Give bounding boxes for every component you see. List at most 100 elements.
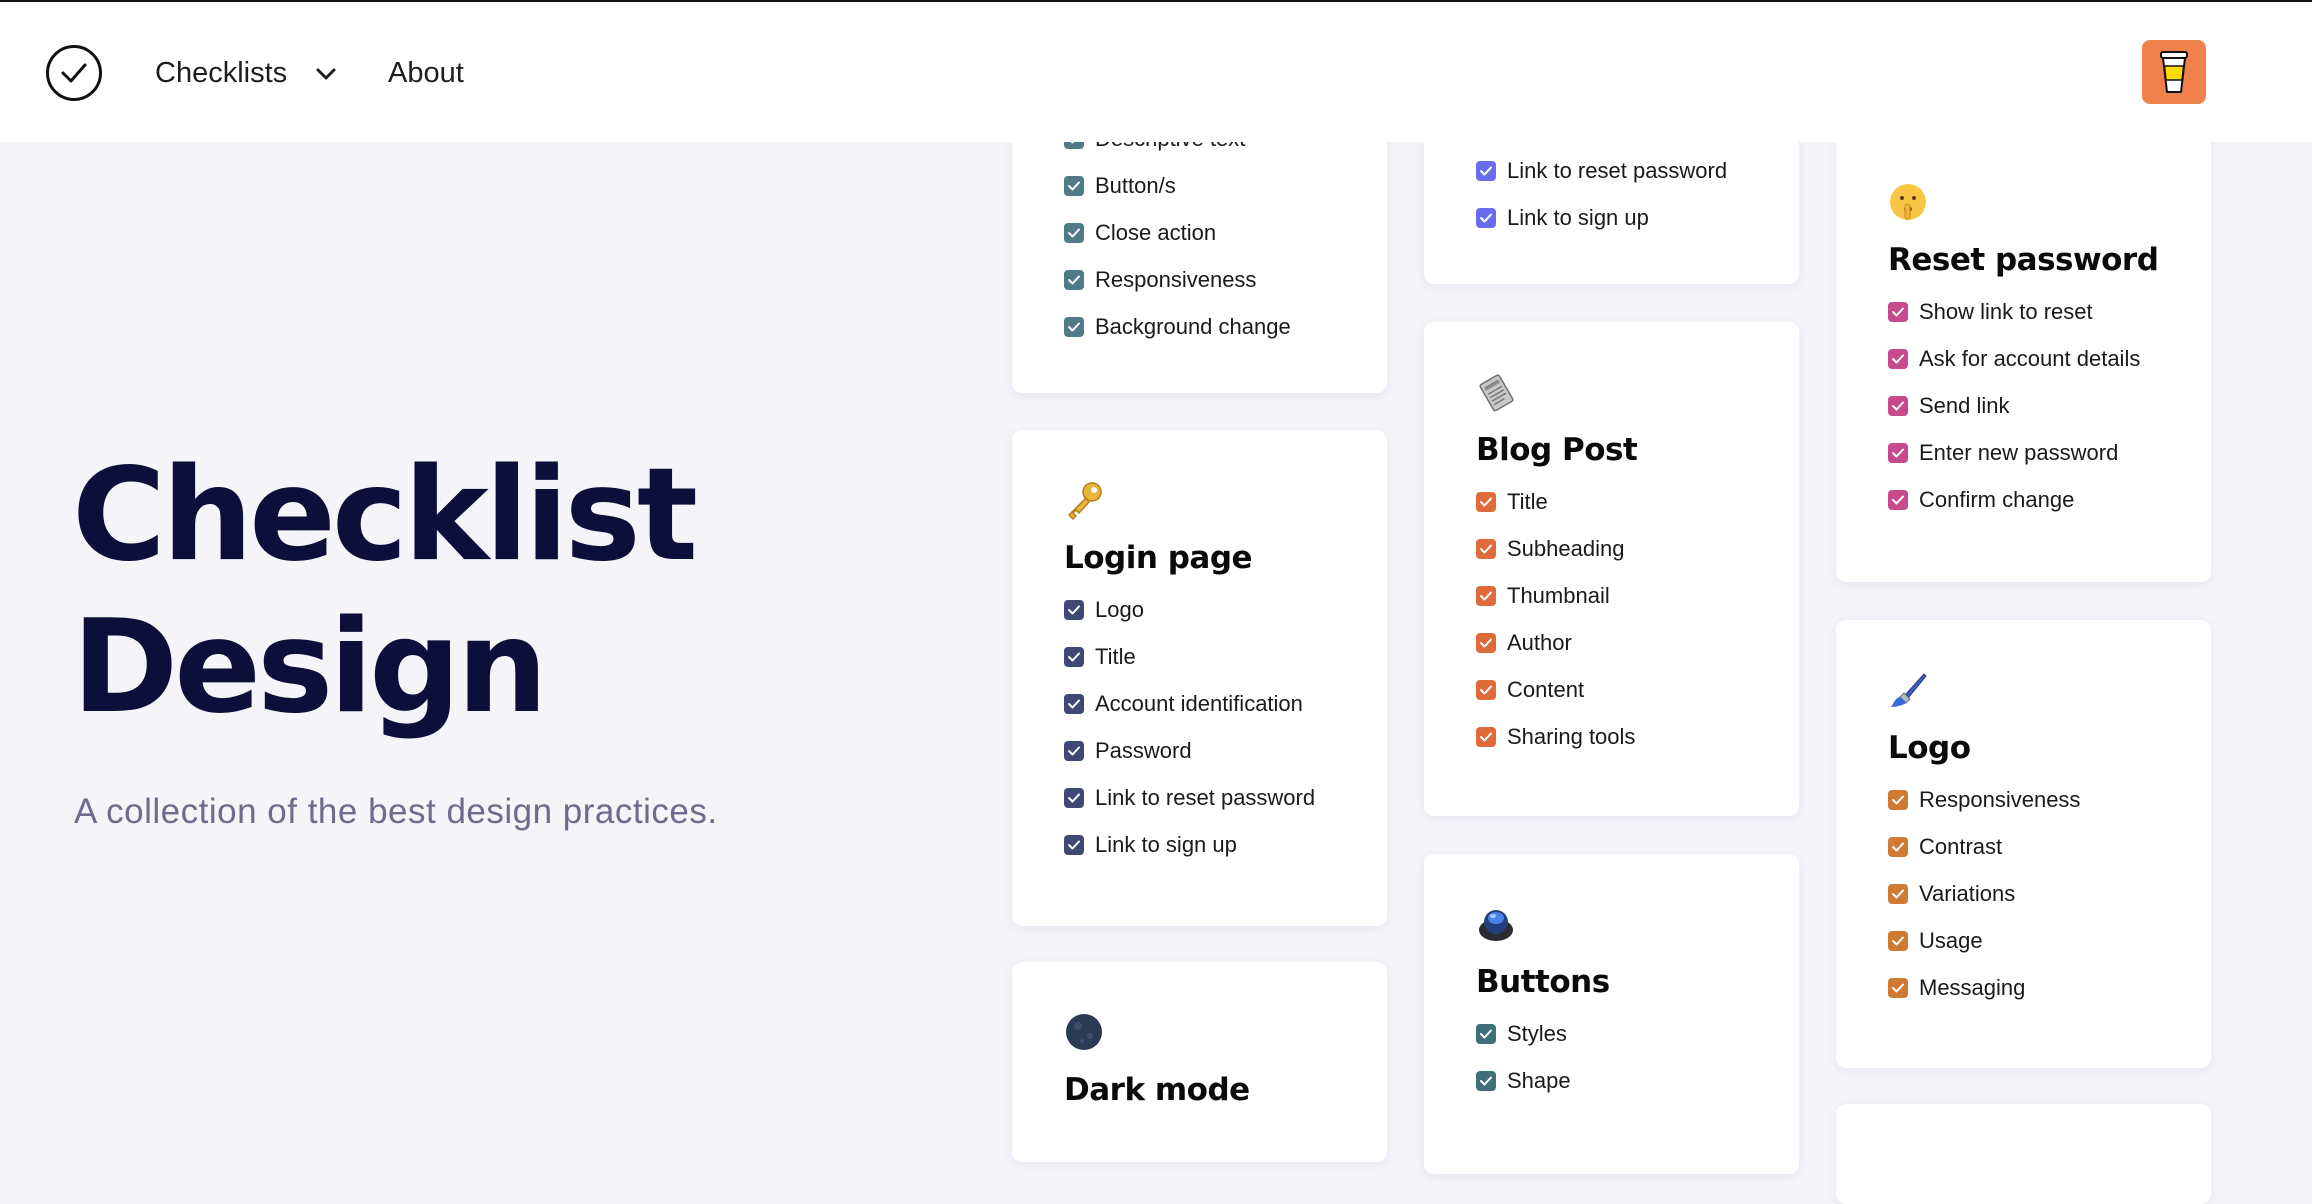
checkbox-checked-icon[interactable] bbox=[1888, 489, 1908, 510]
hero-title: Checklist Design bbox=[72, 440, 892, 744]
checklist-item[interactable]: Link to sign up bbox=[1064, 821, 1387, 868]
checkbox-checked-icon[interactable] bbox=[1888, 836, 1908, 857]
checklist-item-label: Title bbox=[1507, 488, 1548, 514]
checkbox-checked-icon[interactable] bbox=[1064, 222, 1084, 243]
checklist-item[interactable]: Messaging bbox=[1888, 964, 2211, 1011]
buy-me-a-coffee-button[interactable] bbox=[2142, 40, 2206, 104]
blog-post-checklist: Title Subheading Thumbnail Author Content Sha… bbox=[1476, 478, 1799, 760]
checkbox-checked-icon[interactable] bbox=[1476, 585, 1496, 606]
checkbox-checked-icon[interactable] bbox=[1476, 207, 1496, 228]
checkbox-checked-icon[interactable] bbox=[1064, 269, 1084, 290]
checklist-item[interactable]: Link to sign up bbox=[1476, 194, 1727, 241]
checklist-item-label: Shape bbox=[1507, 1067, 1571, 1093]
checkbox-checked-icon[interactable] bbox=[1064, 175, 1084, 196]
buttons-card[interactable]: Buttons Styles Shape bbox=[1424, 854, 1799, 1174]
login-page-card[interactable]: Login page Logo Title Account identificati… bbox=[1012, 430, 1387, 926]
site-logo-check-icon[interactable] bbox=[46, 45, 102, 101]
checklist-item[interactable]: Link to reset password bbox=[1064, 774, 1387, 821]
checklist-item[interactable]: Button/s bbox=[1064, 162, 1291, 209]
checkbox-checked-icon[interactable] bbox=[1064, 740, 1084, 761]
checklist-item[interactable]: Ask for account details bbox=[1888, 335, 2211, 382]
checklist-item[interactable]: Link to reset password bbox=[1476, 147, 1727, 194]
checklist-item[interactable]: Show link to reset bbox=[1888, 288, 2211, 335]
checklist-item-label: Contrast bbox=[1919, 833, 2003, 859]
checkbox-checked-icon[interactable] bbox=[1064, 646, 1084, 667]
new-moon-icon bbox=[1064, 1012, 1108, 1056]
checklist-item[interactable]: Variations bbox=[1888, 870, 2211, 917]
checklist-item[interactable]: Account identification bbox=[1064, 680, 1387, 727]
checkbox-checked-icon[interactable] bbox=[1888, 930, 1908, 951]
checklist-item[interactable]: Close action bbox=[1064, 209, 1291, 256]
logo-title: Logo bbox=[1888, 730, 1971, 766]
checklist-item[interactable]: Password bbox=[1064, 727, 1387, 774]
checklist-item[interactable]: Subheading bbox=[1476, 525, 1799, 572]
checklist-item[interactable]: Confirm change bbox=[1888, 476, 2211, 523]
reset-password-card[interactable]: Reset password Show link to reset Ask for… bbox=[1836, 100, 2211, 582]
checklist-item-label: Content bbox=[1507, 676, 1585, 702]
checklist-item[interactable]: Enter new password bbox=[1888, 429, 2211, 476]
logo-card[interactable]: Logo Responsiveness Contrast Variations Usa… bbox=[1836, 620, 2211, 1068]
checklist-item[interactable]: Shape bbox=[1476, 1057, 1799, 1104]
checkbox-checked-icon[interactable] bbox=[1476, 679, 1496, 700]
checklist-item[interactable]: Background change bbox=[1064, 303, 1291, 350]
checklist-item[interactable]: Responsiveness bbox=[1064, 256, 1291, 303]
checkbox-checked-icon[interactable] bbox=[1064, 693, 1084, 714]
checklist-item-label: Link to sign up bbox=[1507, 204, 1649, 230]
paintbrush-icon bbox=[1888, 670, 1932, 714]
checkbox-checked-icon[interactable] bbox=[1888, 395, 1908, 416]
buttons-title: Buttons bbox=[1476, 964, 1610, 1000]
checklist-item[interactable]: Sharing tools bbox=[1476, 713, 1799, 760]
checklist-item[interactable]: Author bbox=[1476, 619, 1799, 666]
checklist-item[interactable]: Logo bbox=[1064, 586, 1387, 633]
chevron-down-icon bbox=[316, 68, 336, 80]
nav-checklists-dropdown[interactable]: Checklists bbox=[155, 54, 336, 92]
checkbox-checked-icon[interactable] bbox=[1064, 316, 1084, 337]
signup-checklist: Link to reset password Link to sign up bbox=[1476, 147, 1727, 241]
checkbox-checked-icon[interactable] bbox=[1476, 538, 1496, 559]
checkbox-checked-icon[interactable] bbox=[1064, 834, 1084, 855]
checklist-item-label: Enter new password bbox=[1919, 439, 2119, 465]
checklist-item[interactable]: Send link bbox=[1888, 382, 2211, 429]
checklist-item[interactable]: Contrast bbox=[1888, 823, 2211, 870]
checklist-item[interactable]: Title bbox=[1476, 478, 1799, 525]
checkbox-checked-icon[interactable] bbox=[1476, 160, 1496, 181]
checklist-item-label: Confirm change bbox=[1919, 486, 2075, 512]
top-border bbox=[0, 0, 2312, 2]
blog-post-title: Blog Post bbox=[1476, 432, 1638, 468]
checkbox-checked-icon[interactable] bbox=[1064, 787, 1084, 808]
checklist-item-label: Responsiveness bbox=[1919, 786, 2081, 812]
dark-mode-card[interactable]: Dark mode bbox=[1012, 962, 1387, 1162]
checkbox-checked-icon[interactable] bbox=[1476, 1023, 1496, 1044]
hero-subtitle: A collection of the best design practice… bbox=[74, 792, 718, 831]
checklist-item-label: Sharing tools bbox=[1507, 723, 1636, 749]
key-icon bbox=[1064, 480, 1108, 524]
checkbox-checked-icon[interactable] bbox=[1476, 491, 1496, 512]
checkbox-checked-icon[interactable] bbox=[1888, 883, 1908, 904]
checklist-item-label: Close action bbox=[1095, 219, 1217, 245]
checkbox-checked-icon[interactable] bbox=[1888, 348, 1908, 369]
checklist-item[interactable]: Styles bbox=[1476, 1010, 1799, 1057]
checkbox-checked-icon[interactable] bbox=[1888, 977, 1908, 998]
checklist-item-label: Link to reset password bbox=[1095, 784, 1316, 810]
shushing-face-icon bbox=[1888, 182, 1932, 226]
checkbox-checked-icon[interactable] bbox=[1064, 599, 1084, 620]
checkbox-checked-icon[interactable] bbox=[1888, 301, 1908, 322]
checklist-item[interactable]: Title bbox=[1064, 633, 1387, 680]
checklist-item[interactable]: Responsiveness bbox=[1888, 776, 2211, 823]
checkbox-checked-icon[interactable] bbox=[1888, 789, 1908, 810]
checkbox-checked-icon[interactable] bbox=[1476, 726, 1496, 747]
checkbox-checked-icon[interactable] bbox=[1476, 632, 1496, 653]
modal-checklist-card[interactable]: Descriptive textButton/sClose actionResp… bbox=[1012, 100, 1387, 393]
checkbox-checked-icon[interactable] bbox=[1888, 442, 1908, 463]
checklist-item[interactable]: Content bbox=[1476, 666, 1799, 713]
checklist-item-label: Title bbox=[1095, 643, 1136, 669]
modal-checklist: Descriptive textButton/sClose actionResp… bbox=[1064, 115, 1291, 350]
checklist-item[interactable]: Usage bbox=[1888, 917, 2211, 964]
checkbox-checked-icon[interactable] bbox=[1476, 1070, 1496, 1091]
checklist-item-label: Password bbox=[1095, 737, 1192, 763]
checklist-item-label: Subheading bbox=[1507, 535, 1625, 561]
nav-about-link[interactable]: About bbox=[388, 54, 464, 92]
next-checklist-card[interactable] bbox=[1836, 1104, 2211, 1204]
blog-post-card[interactable]: Blog Post Title Subheading Thumbnail Author… bbox=[1424, 322, 1799, 816]
checklist-item[interactable]: Thumbnail bbox=[1476, 572, 1799, 619]
